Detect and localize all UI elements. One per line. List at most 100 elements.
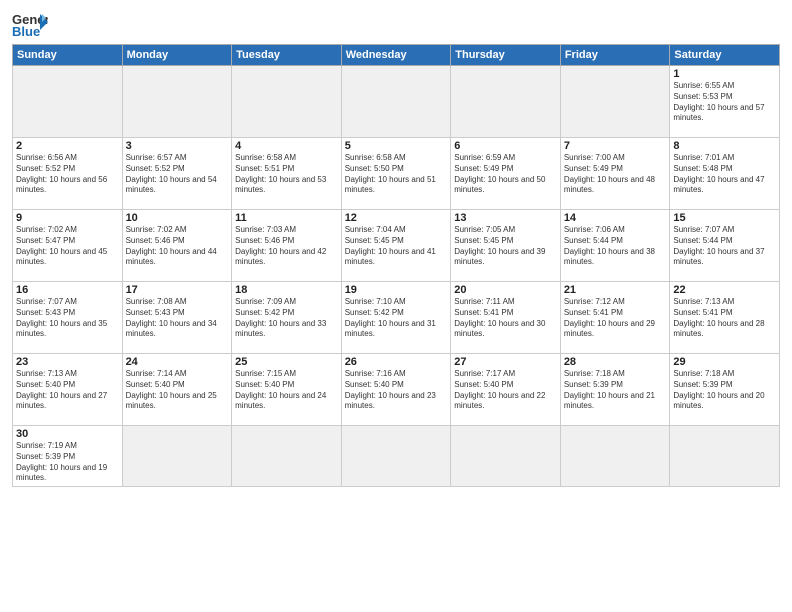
calendar-cell: 17Sunrise: 7:08 AMSunset: 5:43 PMDayligh…	[122, 282, 232, 354]
calendar-cell: 21Sunrise: 7:12 AMSunset: 5:41 PMDayligh…	[560, 282, 670, 354]
calendar-week-row: 16Sunrise: 7:07 AMSunset: 5:43 PMDayligh…	[13, 282, 780, 354]
day-info: Sunrise: 7:14 AMSunset: 5:40 PMDaylight:…	[126, 369, 229, 412]
logo: General Blue	[12, 10, 52, 38]
day-info: Sunrise: 7:00 AMSunset: 5:49 PMDaylight:…	[564, 153, 667, 196]
day-info: Sunrise: 7:12 AMSunset: 5:41 PMDaylight:…	[564, 297, 667, 340]
day-number: 15	[673, 212, 776, 224]
day-number: 10	[126, 212, 229, 224]
day-info: Sunrise: 7:16 AMSunset: 5:40 PMDaylight:…	[345, 369, 448, 412]
weekday-header-sunday: Sunday	[13, 45, 123, 66]
calendar-week-row: 23Sunrise: 7:13 AMSunset: 5:40 PMDayligh…	[13, 354, 780, 426]
day-number: 30	[16, 428, 119, 440]
calendar-cell: 22Sunrise: 7:13 AMSunset: 5:41 PMDayligh…	[670, 282, 780, 354]
calendar-cell: 29Sunrise: 7:18 AMSunset: 5:39 PMDayligh…	[670, 354, 780, 426]
day-number: 29	[673, 356, 776, 368]
day-number: 9	[16, 212, 119, 224]
calendar-cell: 19Sunrise: 7:10 AMSunset: 5:42 PMDayligh…	[341, 282, 451, 354]
day-number: 20	[454, 284, 557, 296]
calendar-week-row: 2Sunrise: 6:56 AMSunset: 5:52 PMDaylight…	[13, 138, 780, 210]
day-info: Sunrise: 7:04 AMSunset: 5:45 PMDaylight:…	[345, 225, 448, 268]
calendar-cell	[13, 66, 123, 138]
day-info: Sunrise: 7:18 AMSunset: 5:39 PMDaylight:…	[673, 369, 776, 412]
calendar-week-row: 9Sunrise: 7:02 AMSunset: 5:47 PMDaylight…	[13, 210, 780, 282]
day-number: 8	[673, 140, 776, 152]
calendar-cell: 27Sunrise: 7:17 AMSunset: 5:40 PMDayligh…	[451, 354, 561, 426]
day-number: 18	[235, 284, 338, 296]
day-number: 11	[235, 212, 338, 224]
calendar-cell	[341, 426, 451, 487]
day-number: 3	[126, 140, 229, 152]
calendar-cell: 4Sunrise: 6:58 AMSunset: 5:51 PMDaylight…	[232, 138, 342, 210]
page-header: General Blue	[12, 10, 780, 38]
day-info: Sunrise: 7:01 AMSunset: 5:48 PMDaylight:…	[673, 153, 776, 196]
day-number: 25	[235, 356, 338, 368]
calendar-cell	[451, 66, 561, 138]
calendar-cell: 8Sunrise: 7:01 AMSunset: 5:48 PMDaylight…	[670, 138, 780, 210]
day-number: 27	[454, 356, 557, 368]
calendar-cell: 30Sunrise: 7:19 AMSunset: 5:39 PMDayligh…	[13, 426, 123, 487]
day-info: Sunrise: 7:02 AMSunset: 5:46 PMDaylight:…	[126, 225, 229, 268]
day-info: Sunrise: 7:19 AMSunset: 5:39 PMDaylight:…	[16, 441, 119, 484]
calendar-cell	[451, 426, 561, 487]
calendar-week-row: 30Sunrise: 7:19 AMSunset: 5:39 PMDayligh…	[13, 426, 780, 487]
weekday-header-thursday: Thursday	[451, 45, 561, 66]
calendar-cell: 26Sunrise: 7:16 AMSunset: 5:40 PMDayligh…	[341, 354, 451, 426]
day-info: Sunrise: 6:59 AMSunset: 5:49 PMDaylight:…	[454, 153, 557, 196]
day-info: Sunrise: 7:17 AMSunset: 5:40 PMDaylight:…	[454, 369, 557, 412]
day-info: Sunrise: 7:18 AMSunset: 5:39 PMDaylight:…	[564, 369, 667, 412]
calendar-cell: 5Sunrise: 6:58 AMSunset: 5:50 PMDaylight…	[341, 138, 451, 210]
day-info: Sunrise: 6:58 AMSunset: 5:51 PMDaylight:…	[235, 153, 338, 196]
calendar-cell: 25Sunrise: 7:15 AMSunset: 5:40 PMDayligh…	[232, 354, 342, 426]
day-info: Sunrise: 7:07 AMSunset: 5:43 PMDaylight:…	[16, 297, 119, 340]
day-info: Sunrise: 7:11 AMSunset: 5:41 PMDaylight:…	[454, 297, 557, 340]
weekday-header-friday: Friday	[560, 45, 670, 66]
day-number: 22	[673, 284, 776, 296]
day-info: Sunrise: 6:55 AMSunset: 5:53 PMDaylight:…	[673, 81, 776, 124]
day-number: 5	[345, 140, 448, 152]
day-number: 17	[126, 284, 229, 296]
day-number: 7	[564, 140, 667, 152]
day-number: 26	[345, 356, 448, 368]
day-number: 21	[564, 284, 667, 296]
calendar-cell	[341, 66, 451, 138]
day-info: Sunrise: 7:05 AMSunset: 5:45 PMDaylight:…	[454, 225, 557, 268]
day-info: Sunrise: 7:13 AMSunset: 5:40 PMDaylight:…	[16, 369, 119, 412]
weekday-header-saturday: Saturday	[670, 45, 780, 66]
day-info: Sunrise: 7:07 AMSunset: 5:44 PMDaylight:…	[673, 225, 776, 268]
day-info: Sunrise: 7:10 AMSunset: 5:42 PMDaylight:…	[345, 297, 448, 340]
day-info: Sunrise: 7:03 AMSunset: 5:46 PMDaylight:…	[235, 225, 338, 268]
day-info: Sunrise: 7:09 AMSunset: 5:42 PMDaylight:…	[235, 297, 338, 340]
calendar-cell	[122, 66, 232, 138]
day-info: Sunrise: 6:56 AMSunset: 5:52 PMDaylight:…	[16, 153, 119, 196]
calendar-cell: 18Sunrise: 7:09 AMSunset: 5:42 PMDayligh…	[232, 282, 342, 354]
day-info: Sunrise: 6:58 AMSunset: 5:50 PMDaylight:…	[345, 153, 448, 196]
calendar-cell: 28Sunrise: 7:18 AMSunset: 5:39 PMDayligh…	[560, 354, 670, 426]
day-number: 23	[16, 356, 119, 368]
weekday-header-monday: Monday	[122, 45, 232, 66]
calendar-cell: 3Sunrise: 6:57 AMSunset: 5:52 PMDaylight…	[122, 138, 232, 210]
calendar-cell: 12Sunrise: 7:04 AMSunset: 5:45 PMDayligh…	[341, 210, 451, 282]
day-number: 14	[564, 212, 667, 224]
calendar-cell: 2Sunrise: 6:56 AMSunset: 5:52 PMDaylight…	[13, 138, 123, 210]
logo-icon: General Blue	[12, 10, 48, 38]
day-info: Sunrise: 7:06 AMSunset: 5:44 PMDaylight:…	[564, 225, 667, 268]
day-info: Sunrise: 7:15 AMSunset: 5:40 PMDaylight:…	[235, 369, 338, 412]
day-number: 24	[126, 356, 229, 368]
calendar-cell: 23Sunrise: 7:13 AMSunset: 5:40 PMDayligh…	[13, 354, 123, 426]
day-number: 6	[454, 140, 557, 152]
calendar-cell: 14Sunrise: 7:06 AMSunset: 5:44 PMDayligh…	[560, 210, 670, 282]
calendar-cell: 13Sunrise: 7:05 AMSunset: 5:45 PMDayligh…	[451, 210, 561, 282]
day-number: 12	[345, 212, 448, 224]
day-number: 13	[454, 212, 557, 224]
weekday-header-tuesday: Tuesday	[232, 45, 342, 66]
calendar-cell: 7Sunrise: 7:00 AMSunset: 5:49 PMDaylight…	[560, 138, 670, 210]
day-number: 1	[673, 68, 776, 80]
weekday-header-row: SundayMondayTuesdayWednesdayThursdayFrid…	[13, 45, 780, 66]
day-number: 16	[16, 284, 119, 296]
calendar-cell: 16Sunrise: 7:07 AMSunset: 5:43 PMDayligh…	[13, 282, 123, 354]
svg-text:Blue: Blue	[12, 24, 40, 38]
calendar-cell: 10Sunrise: 7:02 AMSunset: 5:46 PMDayligh…	[122, 210, 232, 282]
calendar-cell	[560, 66, 670, 138]
day-info: Sunrise: 7:02 AMSunset: 5:47 PMDaylight:…	[16, 225, 119, 268]
calendar-cell	[122, 426, 232, 487]
